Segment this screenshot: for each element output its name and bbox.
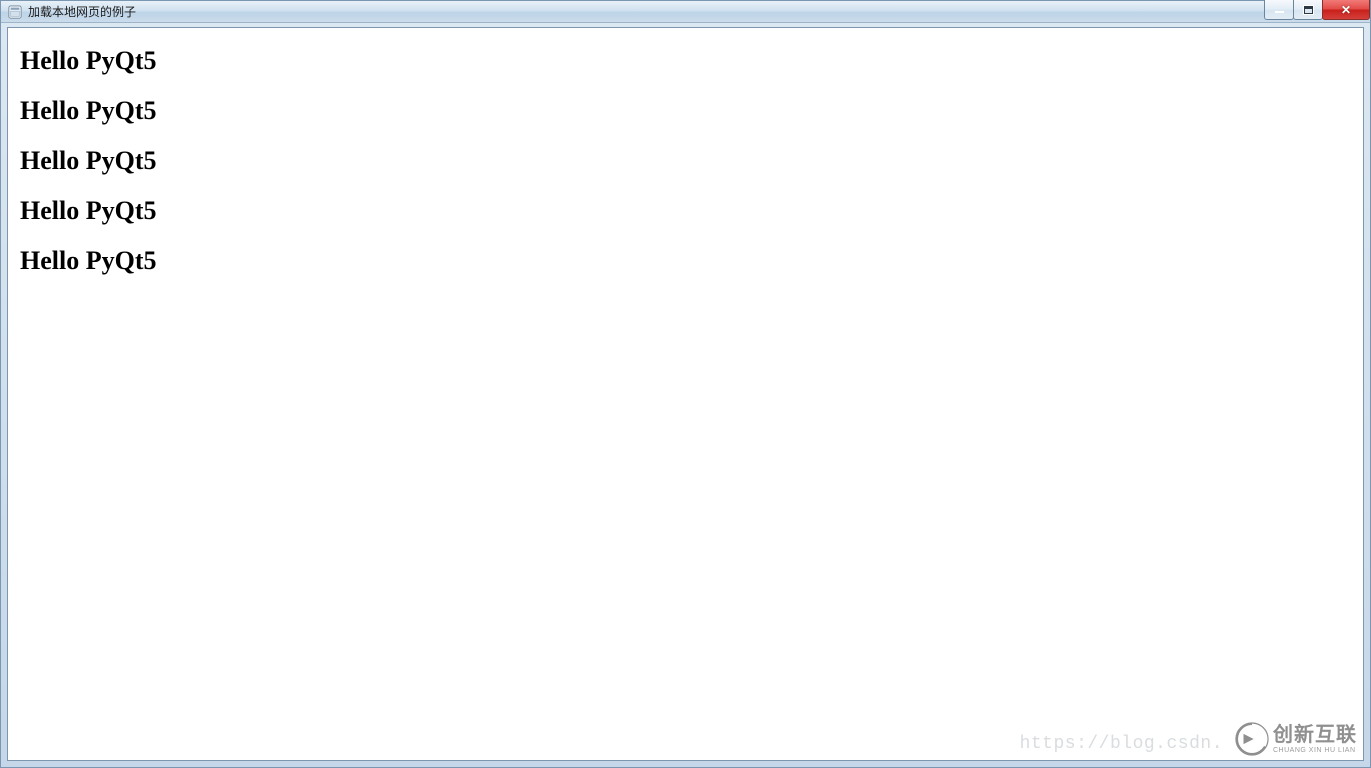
close-button[interactable]: ✕ <box>1322 0 1370 20</box>
heading: Hello PyQt5 <box>20 46 1351 76</box>
client-area: Hello PyQt5 Hello PyQt5 Hello PyQt5 Hell… <box>7 27 1364 761</box>
web-content: Hello PyQt5 Hello PyQt5 Hello PyQt5 Hell… <box>8 28 1363 308</box>
app-window: 加载本地网页的例子 ✕ Hello PyQt5 Hello PyQt5 Hell… <box>0 0 1371 768</box>
maximize-button[interactable] <box>1293 0 1323 20</box>
window-title: 加载本地网页的例子 <box>28 1 136 23</box>
titlebar[interactable]: 加载本地网页的例子 ✕ <box>1 1 1370 23</box>
minimize-button[interactable] <box>1264 0 1294 20</box>
watermark-brand: 创新互联 CHUANG XIN HU LIAN <box>1235 722 1357 756</box>
brand-name-zh: 创新互联 <box>1273 725 1357 745</box>
window-controls: ✕ <box>1265 0 1370 20</box>
heading: Hello PyQt5 <box>20 146 1351 176</box>
heading: Hello PyQt5 <box>20 196 1351 226</box>
heading: Hello PyQt5 <box>20 246 1351 276</box>
brand-name-en: CHUANG XIN HU LIAN <box>1273 747 1357 754</box>
brand-text: 创新互联 CHUANG XIN HU LIAN <box>1273 725 1357 754</box>
watermark-url: https://blog.csdn. <box>1020 734 1223 754</box>
heading: Hello PyQt5 <box>20 96 1351 126</box>
brand-logo-icon <box>1235 722 1269 756</box>
app-icon <box>7 4 23 20</box>
